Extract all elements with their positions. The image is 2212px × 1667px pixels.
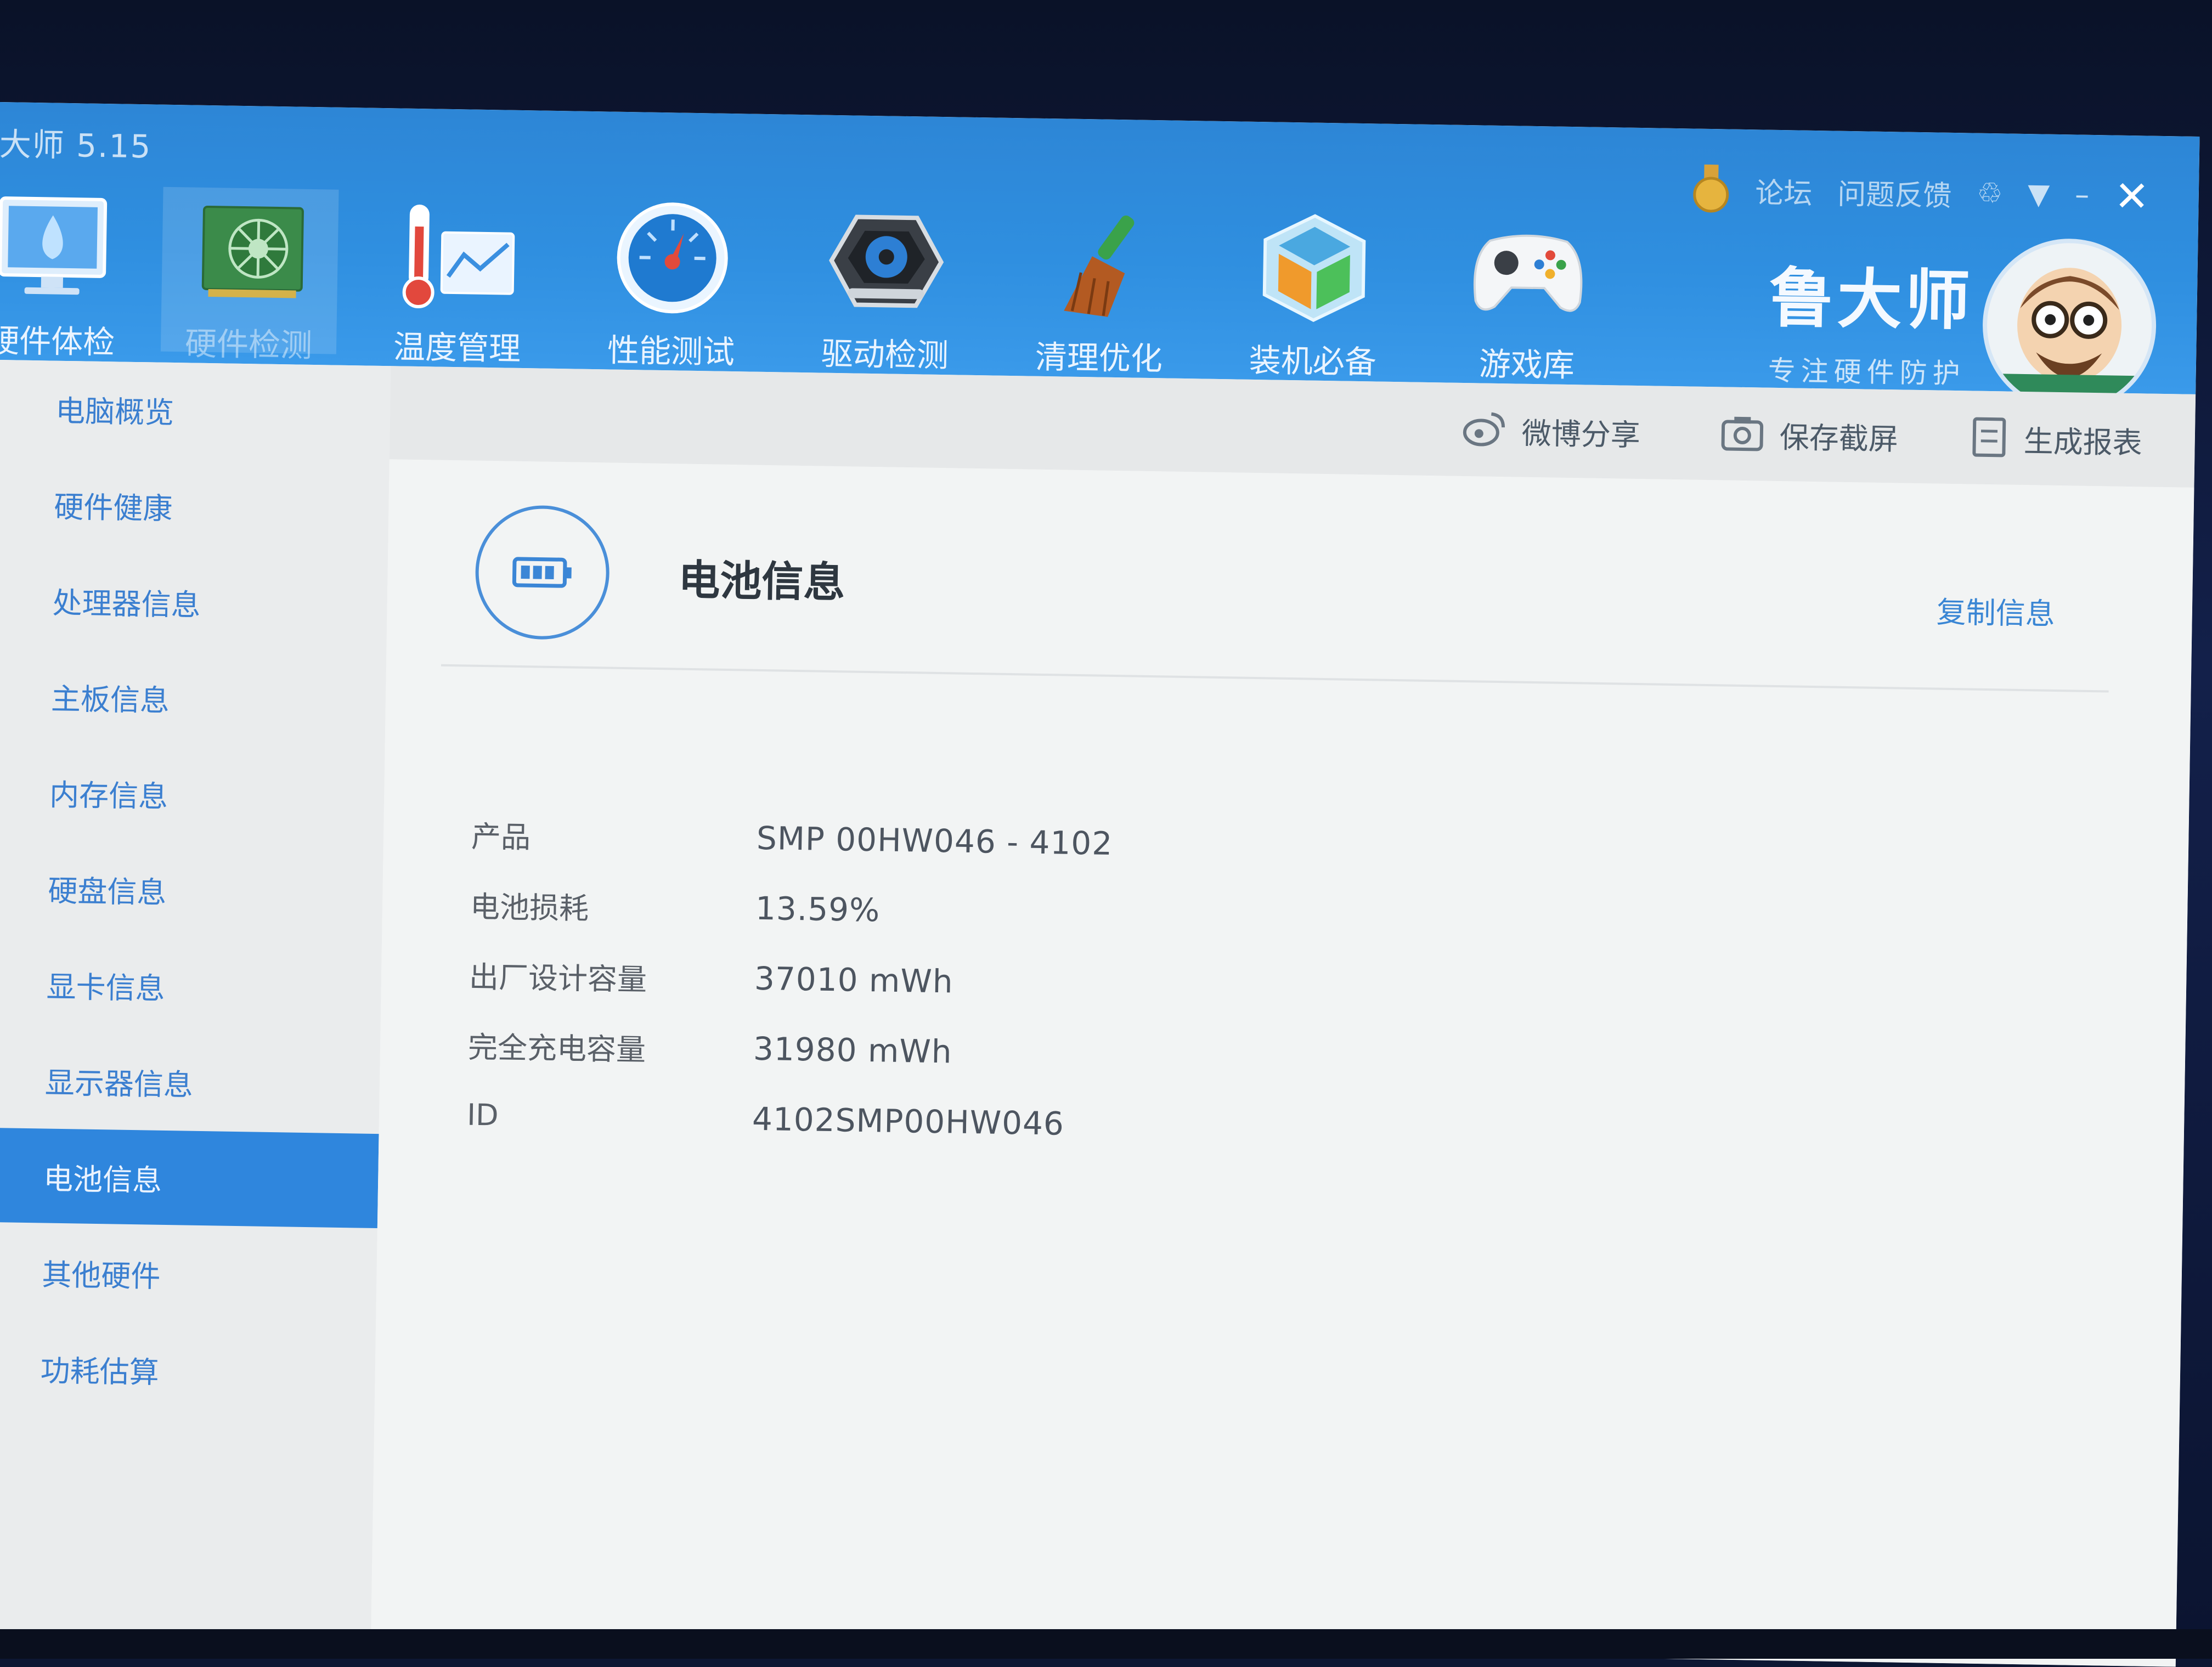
app-window: 大师 5.15 硬件体检: [0, 102, 2200, 1667]
thermometer-chart-icon: [394, 190, 523, 319]
broom-icon: [1036, 201, 1165, 329]
header-bar: 大师 5.15 硬件体检: [0, 102, 2200, 394]
avatar[interactable]: [1982, 238, 2158, 414]
close-button[interactable]: ✕: [2114, 171, 2149, 221]
nav-driver-detect[interactable]: 驱动检测: [797, 197, 975, 364]
report-icon: [1970, 414, 2008, 461]
sidebar-item-label: 显卡信息: [46, 962, 165, 1007]
nav-temperature[interactable]: 温度管理: [369, 190, 548, 358]
section-title: 电池信息: [678, 546, 846, 609]
nav-label: 性能测试: [583, 324, 759, 373]
info-value: 4102SMP00HW046: [752, 1100, 1065, 1143]
info-row-product: 产品 SMP 00HW046 - 4102: [471, 806, 1113, 871]
brand-name: 鲁大师: [1769, 245, 1974, 342]
sidebar-item-label: 处理器信息: [52, 578, 201, 624]
sidebar-item-label: 功耗估算: [40, 1346, 159, 1391]
nav-label: 驱动检测: [797, 327, 973, 376]
app-title: 大师 5.15: [0, 118, 152, 167]
nav-label: 硬件体检: [0, 314, 139, 363]
info-key: 出厂设计容量: [469, 952, 755, 1000]
info-key: 完全充电容量: [468, 1022, 754, 1070]
speedometer-icon: [608, 194, 737, 322]
divider: [441, 664, 2109, 693]
generate-report-button[interactable]: 生成报表: [1970, 412, 2142, 465]
weibo-share-button[interactable]: 微博分享: [1462, 405, 1640, 457]
sidebar-item-label: 电池信息: [43, 1154, 162, 1199]
save-screenshot-label: 保存截屏: [1779, 413, 1898, 458]
sidebar-item-hardware-health[interactable]: 硬件健康: [0, 456, 390, 556]
camera-icon: [1720, 413, 1764, 454]
circuit-board-icon: [186, 187, 314, 315]
brand-slogan: 专注硬件防护: [1768, 349, 1972, 392]
sidebar-item-label: 主板信息: [50, 674, 170, 719]
info-key: 电池损耗: [470, 882, 756, 930]
generate-report-label: 生成报表: [2023, 417, 2142, 462]
nav-hardware-detect[interactable]: 硬件检测: [161, 187, 339, 354]
sidebar-item-gpu[interactable]: 显卡信息: [0, 936, 382, 1036]
sidebar-item-disk[interactable]: 硬盘信息: [0, 840, 383, 940]
sidebar-item-motherboard[interactable]: 主板信息: [0, 648, 386, 748]
sidebar-item-label: 电脑概览: [55, 386, 174, 431]
nav-label: 游戏库: [1438, 337, 1615, 386]
nav-game-library[interactable]: 游戏库: [1439, 207, 1617, 374]
feedback-link[interactable]: 问题反馈: [1837, 171, 1952, 213]
sidebar-item-power-estimate[interactable]: 功耗估算: [0, 1320, 376, 1420]
nav-label: 装机必备: [1224, 334, 1401, 383]
nav-label: 温度管理: [369, 321, 545, 370]
medal-icon[interactable]: [1691, 164, 1730, 214]
sidebar-item-memory[interactable]: 内存信息: [0, 744, 385, 844]
monitor-health-icon: [0, 184, 117, 313]
info-row-battery-wear: 电池损耗 13.59%: [470, 877, 881, 938]
sidebar-item-cpu[interactable]: 处理器信息: [0, 552, 388, 652]
weibo-icon: [1462, 409, 1506, 450]
sidebar-item-label: 其他硬件: [42, 1250, 161, 1295]
info-value: SMP 00HW046 - 4102: [757, 820, 1113, 862]
gamepad-icon: [1464, 207, 1593, 336]
sidebar-item-other-hardware[interactable]: 其他硬件: [0, 1224, 377, 1324]
screen-bezel: [0, 1629, 2212, 1659]
nav-install-essentials[interactable]: 装机必备: [1225, 204, 1403, 371]
sidebar-item-overview[interactable]: 电脑概览: [0, 360, 391, 460]
recycle-icon[interactable]: ♲: [1977, 177, 2003, 211]
sidebar-item-display[interactable]: 显示器信息: [0, 1032, 380, 1132]
gear-hexagon-icon: [822, 197, 951, 326]
forum-link[interactable]: 论坛: [1755, 169, 1813, 212]
copy-info-link[interactable]: 复制信息: [1936, 588, 2055, 633]
nav-performance[interactable]: 性能测试: [583, 194, 761, 361]
info-row-full-charge-capacity: 完全充电容量 31980 mWh: [467, 1017, 952, 1080]
dropdown-menu-icon[interactable]: ▼: [2028, 178, 2050, 211]
sidebar-item-label: 硬盘信息: [48, 866, 167, 911]
cube-box-icon: [1250, 204, 1379, 332]
top-links: 论坛 问题反馈 ♲ ▼ – ✕: [1691, 161, 2150, 223]
info-value: 31980 mWh: [753, 1030, 953, 1071]
info-row-id: ID 4102SMP00HW046: [466, 1087, 1064, 1151]
info-value: 37010 mWh: [754, 960, 954, 1001]
info-row-design-capacity: 出厂设计容量 37010 mWh: [469, 947, 953, 1009]
sidebar-item-label: 内存信息: [49, 770, 168, 815]
weibo-share-label: 微博分享: [1521, 409, 1640, 454]
nav-label: 硬件检测: [161, 318, 337, 366]
info-key: 产品: [471, 812, 757, 860]
sidebar-item-battery[interactable]: 电池信息: [0, 1128, 379, 1228]
nav-clean-optimize[interactable]: 清理优化: [1011, 200, 1189, 368]
battery-info-panel: 电池信息 复制信息 产品 SMP 00HW046 - 4102 电池损耗 13.…: [371, 459, 2194, 1666]
nav-hardware-checkup[interactable]: 硬件体检: [0, 184, 142, 351]
sidebar-item-label: 显示器信息: [44, 1058, 193, 1104]
nav-label: 清理优化: [1011, 331, 1187, 380]
minimize-button[interactable]: –: [2075, 178, 2090, 211]
sidebar: 电脑概览 硬件健康 处理器信息 主板信息 内存信息 硬盘信息 显卡信息 显示器信…: [0, 360, 391, 1638]
sidebar-item-label: 硬件健康: [54, 482, 173, 527]
info-key: ID: [467, 1097, 753, 1136]
brand: 鲁大师 专注硬件防护: [1768, 245, 1974, 392]
battery-icon: [475, 505, 611, 641]
save-screenshot-button[interactable]: 保存截屏: [1720, 409, 1898, 461]
info-value: 13.59%: [755, 890, 881, 929]
